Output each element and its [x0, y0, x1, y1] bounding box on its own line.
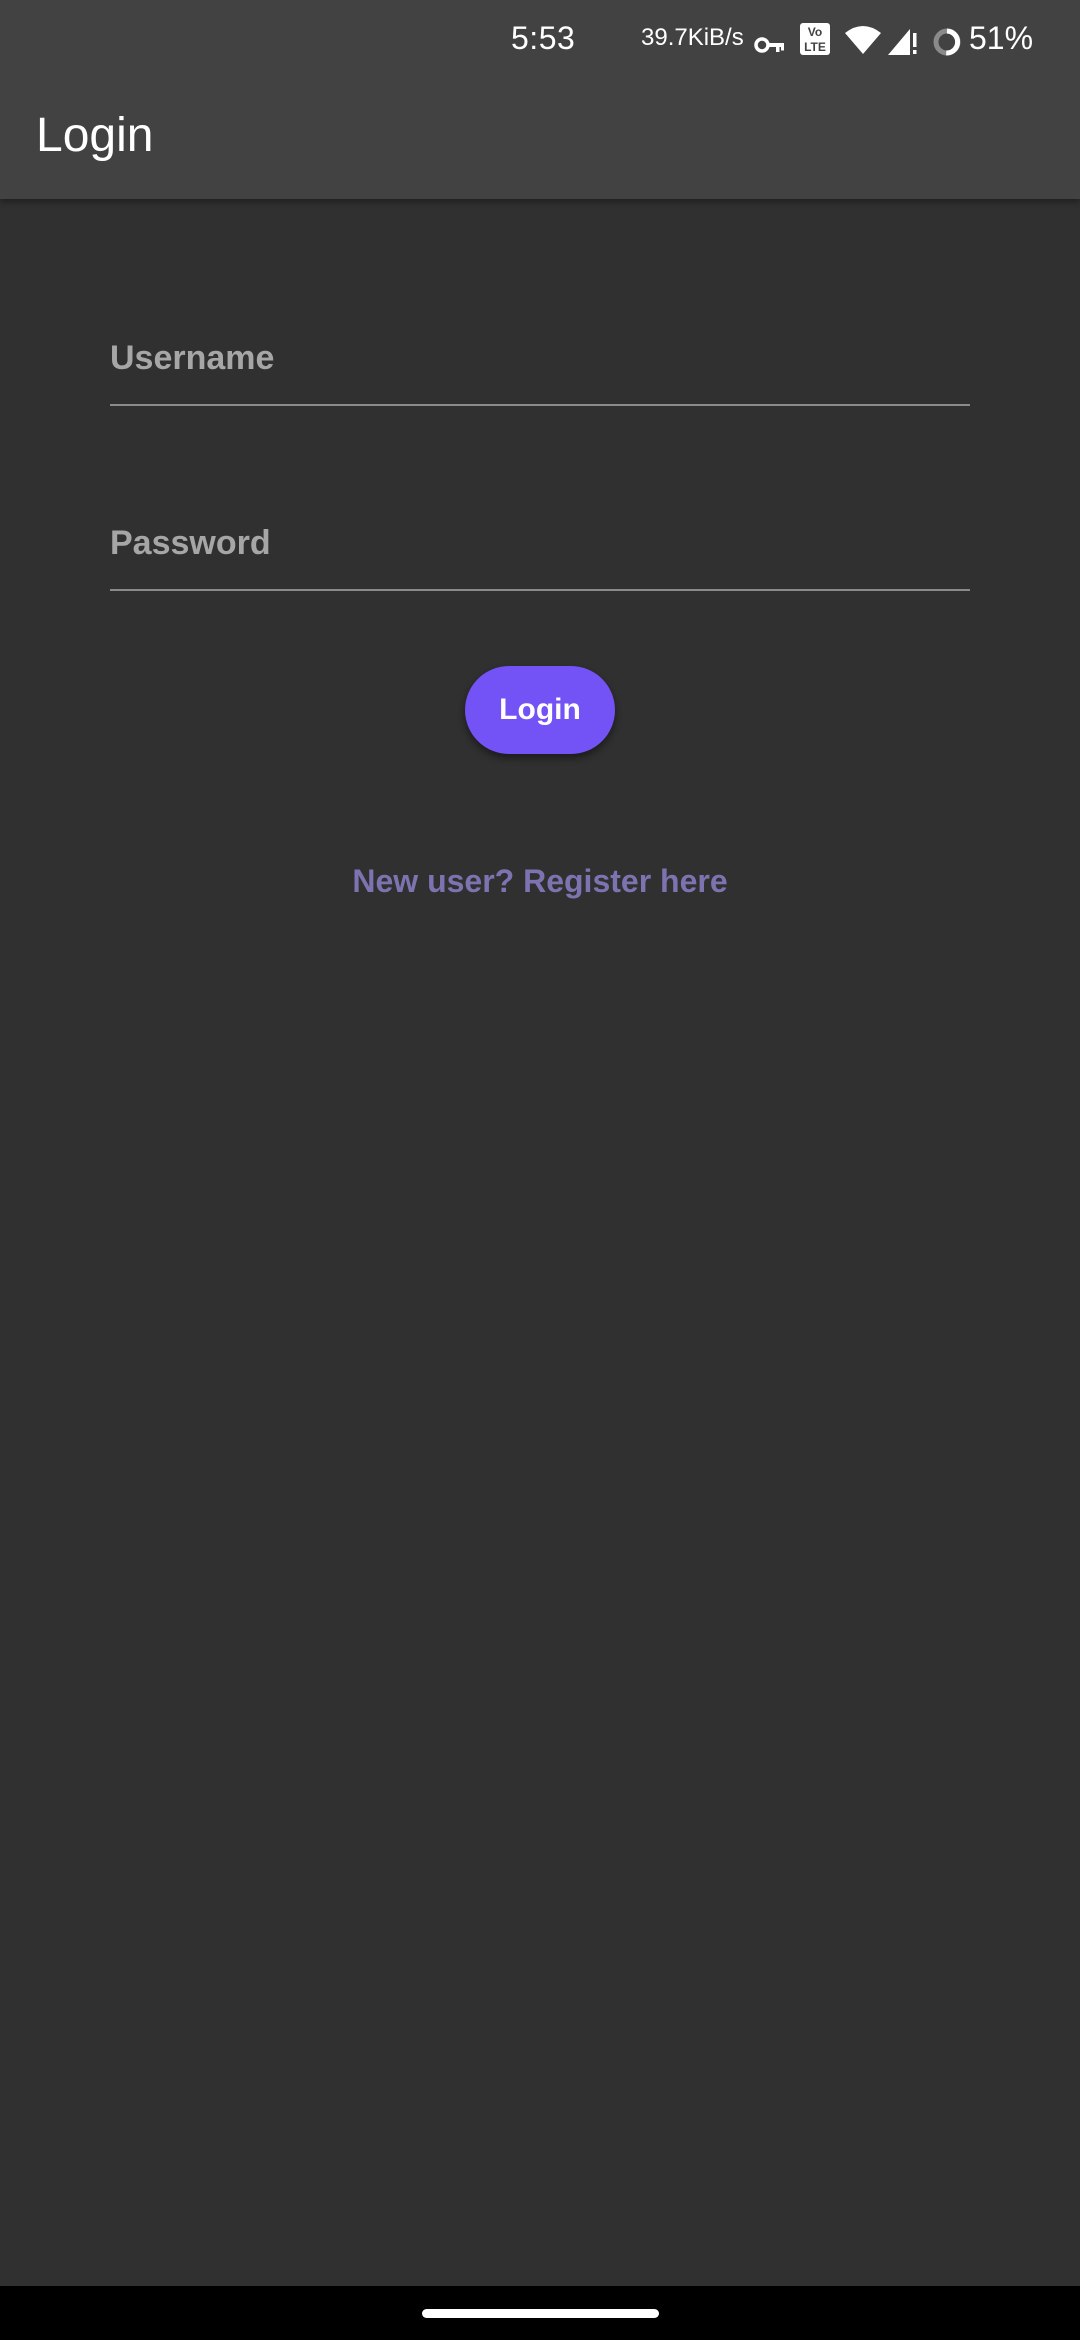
username-field[interactable] — [110, 312, 970, 406]
cell-signal-icon — [888, 29, 917, 55]
svg-text:Vo: Vo — [808, 25, 822, 39]
app-header: 5:53 39.7KiB/s Vo LTE 51% Login — [0, 0, 1080, 199]
network-speed: 39.7KiB/s — [641, 24, 744, 51]
password-field-container — [110, 497, 970, 593]
battery-icon — [933, 28, 961, 56]
login-button[interactable]: Login — [465, 666, 615, 754]
navigation-bar — [0, 2286, 1080, 2340]
login-screen: 5:53 39.7KiB/s Vo LTE 51% Login Username… — [0, 0, 1080, 2340]
status-time: 5:53 — [511, 20, 576, 56]
status-bar: 5:53 39.7KiB/s Vo LTE 51% — [0, 0, 1080, 78]
page-title: Login — [36, 109, 154, 162]
vpn-key-icon — [754, 37, 784, 53]
svg-text:LTE: LTE — [804, 40, 826, 54]
volte-icon: Vo LTE — [800, 23, 830, 55]
username-field-container — [110, 312, 970, 408]
home-indicator[interactable] — [422, 2309, 659, 2318]
battery-percent: 51% — [969, 20, 1034, 56]
password-field[interactable] — [110, 497, 970, 591]
wifi-icon — [845, 26, 881, 54]
register-link[interactable]: New user? Register here — [0, 861, 1080, 901]
